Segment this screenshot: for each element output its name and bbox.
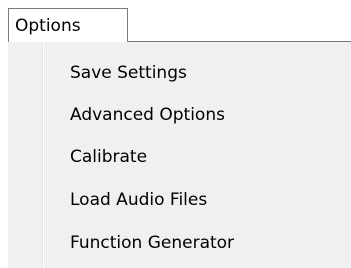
menu-bar: Options [0, 0, 351, 44]
menu-gutter-separator-highlight [43, 42, 44, 268]
menu-item-load-audio-files[interactable]: Load Audio Files [70, 185, 207, 215]
options-menu-title[interactable]: Options [8, 8, 128, 42]
menu-icon-gutter [8, 42, 42, 268]
menu-item-calibrate[interactable]: Calibrate [70, 142, 147, 172]
menu-item-advanced-options[interactable]: Advanced Options [70, 100, 225, 130]
window-root: Options Save Settings Advanced Options C… [0, 0, 351, 268]
menu-item-save-settings[interactable]: Save Settings [70, 58, 187, 88]
menu-item-function-generator[interactable]: Function Generator [70, 228, 234, 258]
